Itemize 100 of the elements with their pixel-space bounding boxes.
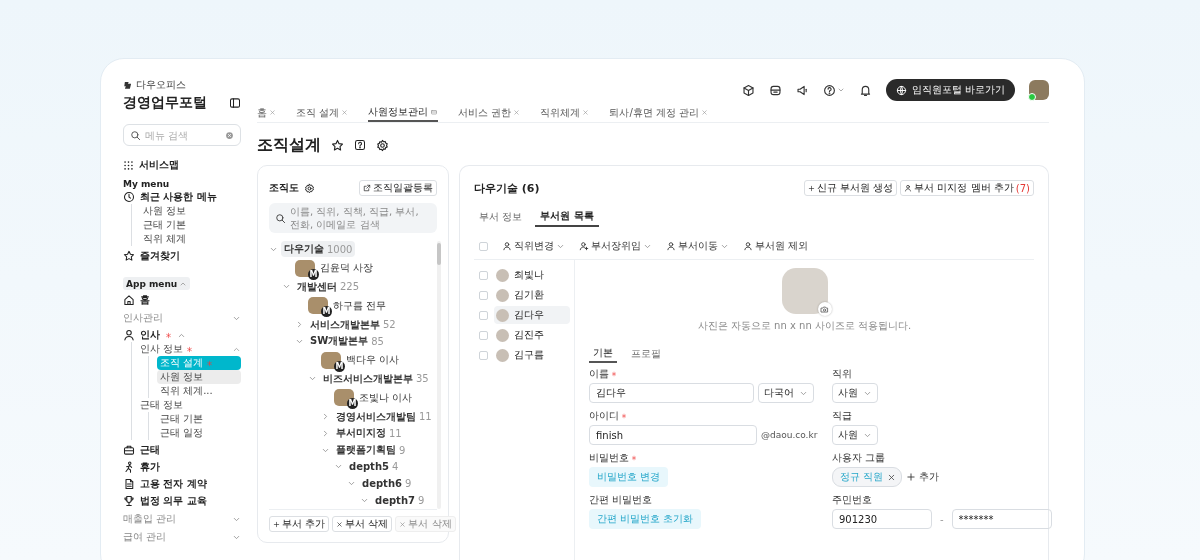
tree-node[interactable]: depth5 4 xyxy=(346,460,402,474)
menu-category[interactable]: 급여 관리 xyxy=(123,530,241,544)
tree-node[interactable]: depth7 9 xyxy=(372,494,428,508)
menu-item[interactable]: 즐겨찾기 xyxy=(123,249,241,263)
clear-icon[interactable] xyxy=(225,130,234,140)
id-field[interactable]: finish xyxy=(589,425,757,445)
person-name[interactable]: 조빛나 이사 xyxy=(359,390,413,405)
section-heading[interactable]: App menu xyxy=(123,277,191,290)
tree-node[interactable]: 다우기술 1000 xyxy=(281,241,356,258)
add-unassigned-button[interactable]: 부서 미지정 멤버 추가 (7) xyxy=(900,180,1034,196)
menu-item[interactable]: 사원 정보 xyxy=(157,370,241,384)
menu-item[interactable]: 홈 xyxy=(123,293,241,307)
row-checkbox[interactable] xyxy=(479,270,488,280)
tree-node[interactable]: SW개발본부 85 xyxy=(307,333,387,350)
position-select[interactable]: 사원 xyxy=(832,383,878,403)
remove-icon[interactable] xyxy=(887,472,897,482)
tree-node[interactable]: 플랫폼기획팀 9 xyxy=(333,442,409,459)
cube-icon[interactable] xyxy=(741,83,755,97)
settings-icon[interactable] xyxy=(304,182,315,194)
org-search-field[interactable]: 이름, 직위, 직책, 직급, 부서, 전화, 이메일로 검색 xyxy=(290,205,431,231)
select-all-checkbox[interactable] xyxy=(479,241,488,251)
member-item[interactable]: 김구름 xyxy=(494,346,570,364)
menu-item[interactable]: 직위 체계 xyxy=(140,232,241,246)
menu-item[interactable]: 인사 xyxy=(123,328,241,342)
name-field[interactable]: 김다우 xyxy=(589,383,754,403)
toolbar-button[interactable]: 부서장위임 xyxy=(579,239,652,253)
help-menu-button[interactable] xyxy=(822,83,845,97)
person-name[interactable]: 김윤덕 사장 xyxy=(320,261,374,276)
menu-item[interactable]: 근태 기본 xyxy=(140,218,241,232)
tab[interactable]: 퇴사/휴면 계정 관리 xyxy=(609,103,709,122)
tab[interactable]: 조직 설계 xyxy=(296,103,349,122)
person-name[interactable]: 하구름 전무 xyxy=(333,298,387,313)
menu-item[interactable]: 휴가 xyxy=(123,460,241,474)
resident-number-field[interactable]: ******* xyxy=(951,509,1052,529)
member-item[interactable]: 최빛나 xyxy=(494,266,570,284)
megaphone-icon[interactable] xyxy=(795,83,809,97)
add-group-button[interactable]: 추가 xyxy=(906,470,940,484)
row-checkbox[interactable] xyxy=(479,330,488,340)
menu-category[interactable]: 매출입 관리 xyxy=(123,512,241,526)
menu-item[interactable]: 근태 기본 xyxy=(157,412,241,426)
tab[interactable]: 직위체계 xyxy=(540,103,590,122)
tree-node[interactable]: 서비스개발본부 52 xyxy=(307,316,399,333)
member-item[interactable]: 김다우 xyxy=(494,306,570,324)
dept-action-button[interactable]: 부서 삭제 xyxy=(332,516,393,532)
user-avatar[interactable] xyxy=(1029,80,1049,100)
help-icon[interactable] xyxy=(354,139,366,151)
menu-category[interactable]: 인사관리 xyxy=(123,311,241,325)
member-item[interactable]: 김진주 xyxy=(494,326,570,344)
row-checkbox[interactable] xyxy=(479,350,488,360)
tab[interactable]: 홈 xyxy=(257,103,276,122)
tree-node[interactable]: 경영서비스개발팀 11 xyxy=(333,408,435,425)
bulk-register-button[interactable]: 조직일괄등록 xyxy=(359,180,437,196)
menu-item[interactable]: 직위 체계... xyxy=(157,384,241,398)
create-member-button[interactable]: 신규 부서원 생성 xyxy=(803,180,898,196)
menu-item[interactable]: 서비스맵 xyxy=(123,158,241,172)
chevron-icon[interactable] xyxy=(321,412,330,422)
settings-icon[interactable] xyxy=(376,138,389,152)
tree-node[interactable]: 개발센터 225 xyxy=(294,279,363,295)
search-box[interactable]: 메뉴 검색 xyxy=(123,124,241,146)
tab[interactable]: 기본 xyxy=(589,345,617,363)
tab[interactable]: 프로필 xyxy=(627,345,665,363)
menu-group[interactable]: 인사 정보 xyxy=(140,342,241,356)
tab[interactable]: 서비스 권한 xyxy=(458,103,521,122)
chevron-icon[interactable] xyxy=(321,428,330,438)
tab[interactable]: 부서 정보 xyxy=(474,207,528,227)
menu-item[interactable]: 근태 일정 xyxy=(157,426,241,440)
person-name[interactable]: 백다우 이사 xyxy=(346,353,400,368)
member-count: 11 xyxy=(419,411,432,423)
menu-item[interactable]: 사원 정보 xyxy=(140,204,241,218)
tab[interactable]: 사원정보관리 xyxy=(368,103,439,122)
resident-number-field[interactable]: 901230 xyxy=(832,509,932,529)
row-checkbox[interactable] xyxy=(479,290,488,300)
tab[interactable]: 부서원 목록 xyxy=(535,207,599,227)
menu-item[interactable]: 법정 의무 교육 xyxy=(123,494,241,508)
toolbar-button[interactable]: 부서이동 xyxy=(666,239,729,253)
member-item[interactable]: 김기환 xyxy=(494,286,570,304)
menu-item[interactable]: 최근 사용한 메뉴 xyxy=(123,190,241,204)
sidebar-toggle-icon[interactable] xyxy=(229,97,241,109)
menu-item[interactable]: 고용 전자 계약 xyxy=(123,477,241,491)
scrollbar[interactable] xyxy=(436,241,441,509)
field-label: 직급 xyxy=(832,409,852,423)
inbox-icon[interactable] xyxy=(768,83,782,97)
globe-icon xyxy=(895,84,907,96)
bell-icon[interactable] xyxy=(858,83,872,97)
search-box[interactable]: 이름, 직위, 직책, 직급, 부서, 전화, 이메일로 검색 xyxy=(269,203,437,233)
tree-node[interactable]: 비즈서비스개발본부 35 xyxy=(320,370,432,387)
chevron-icon[interactable] xyxy=(295,320,304,330)
toolbar-button[interactable]: 직위변경 xyxy=(502,239,565,253)
portal-button[interactable]: 임직원포털 바로가기 xyxy=(885,79,1015,101)
language-select[interactable]: 다국어 xyxy=(758,383,814,403)
row-checkbox[interactable] xyxy=(479,310,488,320)
menu-search-field[interactable]: 메뉴 검색 xyxy=(145,129,221,141)
menu-group[interactable]: 근태 정보 xyxy=(140,398,241,412)
tree-node[interactable]: depth6 9 xyxy=(359,477,415,491)
grade-select[interactable]: 사원 xyxy=(832,425,878,445)
star-icon[interactable] xyxy=(331,138,344,152)
menu-item[interactable]: 근태 xyxy=(123,443,241,457)
toolbar-button[interactable]: 부서원 제외 xyxy=(743,239,809,253)
dept-action-button[interactable]: 부서 추가 xyxy=(269,516,330,532)
tree-node[interactable]: 부서미지정 11 xyxy=(333,425,405,442)
